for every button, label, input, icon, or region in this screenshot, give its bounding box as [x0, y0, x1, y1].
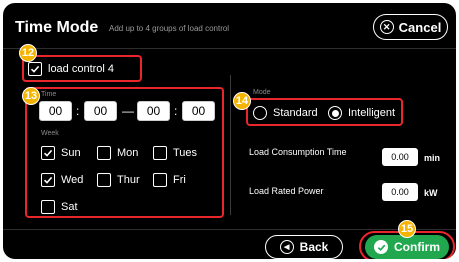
load-consumption-unit: min [424, 153, 441, 163]
cancel-label: Cancel [398, 19, 442, 35]
checkbox-unchecked-icon [97, 146, 111, 160]
load-consumption-input[interactable]: 0.00 [382, 148, 418, 166]
confirm-label: Confirm [394, 240, 440, 254]
end-hour-input[interactable]: 00 [137, 101, 170, 121]
step-marker-15: 15 [398, 220, 416, 238]
column-divider [230, 75, 231, 215]
mode-label: Mode [253, 89, 271, 96]
load-control-label: load control 4 [48, 63, 115, 75]
day-label: Tues [173, 147, 198, 159]
day-checkbox-mon[interactable]: Mon [97, 146, 138, 160]
load-control-checkbox[interactable]: load control 4 [28, 62, 114, 76]
checkbox-checked-icon [41, 146, 55, 160]
day-checkbox-wed[interactable]: Wed [41, 173, 83, 187]
load-power-input[interactable]: 0.00 [382, 183, 418, 201]
header-divider [3, 48, 456, 49]
back-label: Back [299, 240, 329, 254]
day-checkbox-thur[interactable]: Thur [97, 173, 140, 187]
mode-option-label: Standard [273, 107, 318, 119]
start-hour-input[interactable]: 00 [39, 101, 72, 121]
time-range-dash: — [122, 104, 134, 118]
start-minute-input[interactable]: 00 [84, 101, 117, 121]
confirm-button[interactable]: Confirm [365, 235, 449, 259]
day-label: Fri [173, 174, 186, 186]
load-consumption-label: Load Consumption Time [249, 147, 347, 157]
load-power-label: Load Rated Power [249, 186, 324, 196]
checkbox-checked-icon [28, 62, 42, 76]
cancel-button[interactable]: ✕ Cancel [373, 14, 448, 40]
day-label: Sun [61, 147, 81, 159]
day-label: Sat [61, 201, 78, 213]
back-arrow-icon: ◀ [279, 240, 294, 254]
day-checkbox-fri[interactable]: Fri [153, 173, 186, 187]
back-button[interactable]: ◀ Back [265, 235, 343, 259]
close-icon: ✕ [379, 20, 394, 34]
day-checkbox-sun[interactable]: Sun [41, 146, 81, 160]
time-colon: : [76, 104, 80, 118]
checkbox-unchecked-icon [153, 146, 167, 160]
mode-option-label: Intelligent [348, 107, 396, 119]
check-icon [374, 240, 388, 254]
checkbox-checked-icon [41, 173, 55, 187]
day-label: Thur [117, 174, 140, 186]
mode-radio-standard[interactable]: Standard [253, 106, 318, 120]
radio-selected-icon [328, 106, 342, 120]
step-marker-14: 14 [233, 92, 251, 110]
day-checkbox-sat[interactable]: Sat [41, 200, 78, 214]
week-label: Week [41, 130, 59, 137]
step-marker-13: 13 [22, 87, 40, 105]
day-checkbox-tues[interactable]: Tues [153, 146, 197, 160]
step-marker-12: 12 [19, 44, 37, 62]
mode-radio-intelligent[interactable]: Intelligent [328, 106, 395, 120]
checkbox-unchecked-icon [41, 200, 55, 214]
checkbox-unchecked-icon [153, 173, 167, 187]
day-label: Mon [117, 147, 139, 159]
time-mode-screen: Time Mode Add up to 4 groups of load con… [3, 3, 456, 259]
time-label: Time [41, 91, 57, 98]
radio-unselected-icon [253, 106, 267, 120]
footer-divider [3, 229, 456, 230]
page-subtitle: Add up to 4 groups of load control [109, 24, 230, 33]
end-minute-input[interactable]: 00 [182, 101, 215, 121]
day-label: Wed [61, 174, 84, 186]
checkbox-unchecked-icon [97, 173, 111, 187]
load-power-unit: kW [424, 188, 438, 198]
time-colon: : [174, 104, 178, 118]
page-title: Time Mode [15, 19, 99, 36]
